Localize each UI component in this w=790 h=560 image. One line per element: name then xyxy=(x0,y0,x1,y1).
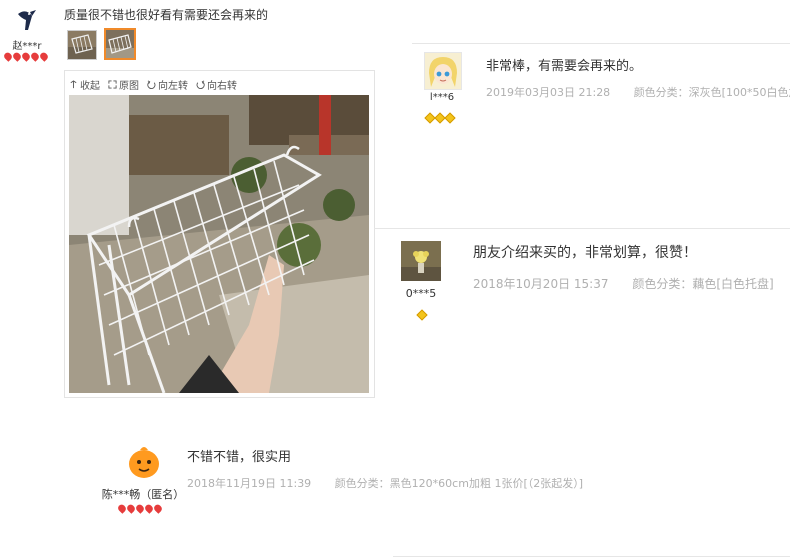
rotate-right-button[interactable]: 向右转 xyxy=(196,77,237,92)
review-sku: 颜色分类：藕色[白色托盘] xyxy=(632,277,774,291)
reviewer-nickname: l***6 xyxy=(429,92,455,103)
review-sku: 颜色分类：黑色120*60cm加粗 1张价[（2张起发）] xyxy=(334,477,584,490)
anime-girl-avatar-icon xyxy=(425,53,461,89)
review-sku: 颜色分类：深灰色[100*50白色加粗] xyxy=(633,86,790,99)
review-date: 2018年10月20日 15:37 xyxy=(473,277,609,291)
rotate-right-icon xyxy=(196,80,205,89)
reviewer-level-diamonds xyxy=(424,112,456,124)
review-photo-large[interactable] xyxy=(69,95,369,393)
bird-avatar-icon xyxy=(18,10,36,30)
review-divider xyxy=(412,43,790,44)
rotate-right-label: 向右转 xyxy=(207,81,237,92)
photo-viewer: 收起 原图 向左转 向右转 xyxy=(64,70,375,398)
reviewer-level-diamonds xyxy=(416,309,428,321)
reviewer-nickname: 陈***畅（匿名） xyxy=(101,488,185,501)
photo-thumbnail-image xyxy=(106,30,134,58)
reviewer-level-hearts xyxy=(2,51,50,62)
review-content: 不错不错，很实用 xyxy=(187,450,292,465)
review-content: 非常棒，有需要会再来的。 xyxy=(486,59,643,74)
diamond-icon xyxy=(416,309,428,321)
collapse-icon xyxy=(70,80,77,89)
reviewer-avatar[interactable] xyxy=(12,4,42,34)
heart-icon xyxy=(29,51,41,62)
flower-vase-avatar-icon xyxy=(401,241,441,281)
reviewer-avatar[interactable] xyxy=(424,52,462,90)
heart-icon xyxy=(2,51,14,62)
photo-thumbnail-image xyxy=(68,31,96,59)
review-divider xyxy=(393,556,790,557)
review-date: 2018年11月19日 11:39 xyxy=(187,477,312,490)
collapse-label: 收起 xyxy=(80,81,100,92)
review-date: 2019年03月03日 21:28 xyxy=(486,86,611,99)
review-content: 质量很不错也很好看有需要还会再来的 xyxy=(64,8,269,22)
heart-icon xyxy=(38,51,50,62)
rotate-left-button[interactable]: 向左转 xyxy=(147,77,188,92)
heart-icon xyxy=(20,51,32,62)
diamond-icon xyxy=(444,112,456,124)
review-photo-thumb[interactable] xyxy=(67,30,97,60)
original-image-button[interactable]: 原图 xyxy=(108,77,139,92)
heart-icon xyxy=(125,503,137,514)
review-meta: 2018年10月20日 15:37 颜色分类：藕色[白色托盘] xyxy=(473,275,790,292)
review-photo-thumb-active[interactable] xyxy=(104,28,136,60)
reviewer-nickname: 赵***r xyxy=(12,41,42,52)
reviewer-avatar[interactable] xyxy=(126,444,162,480)
wire-rack-photo xyxy=(69,95,369,393)
review-meta: 2018年11月19日 11:39 颜色分类：黑色120*60cm加粗 1张价[… xyxy=(187,475,603,491)
heart-icon xyxy=(143,503,155,514)
heart-icon xyxy=(116,503,128,514)
collapse-button[interactable]: 收起 xyxy=(69,77,100,92)
reviewer-nickname: 0***5 xyxy=(405,287,437,300)
reviewer-level-hearts xyxy=(116,503,164,514)
expand-icon xyxy=(108,80,117,89)
heart-icon xyxy=(152,503,164,514)
rotate-left-label: 向左转 xyxy=(158,81,188,92)
rotate-left-icon xyxy=(147,80,156,89)
reviewer-avatar[interactable] xyxy=(401,241,441,281)
photo-viewer-toolbar: 收起 原图 向左转 向右转 xyxy=(69,77,245,92)
original-image-label: 原图 xyxy=(119,81,139,92)
heart-icon xyxy=(11,51,23,62)
review-divider xyxy=(374,228,790,229)
review-meta: 2019年03月03日 21:28 颜色分类：深灰色[100*50白色加粗] xyxy=(486,84,790,100)
orange-mascot-avatar-icon xyxy=(126,444,162,480)
heart-icon xyxy=(134,503,146,514)
review-content: 朋友介绍来买的，非常划算，很赞！ xyxy=(473,245,697,261)
